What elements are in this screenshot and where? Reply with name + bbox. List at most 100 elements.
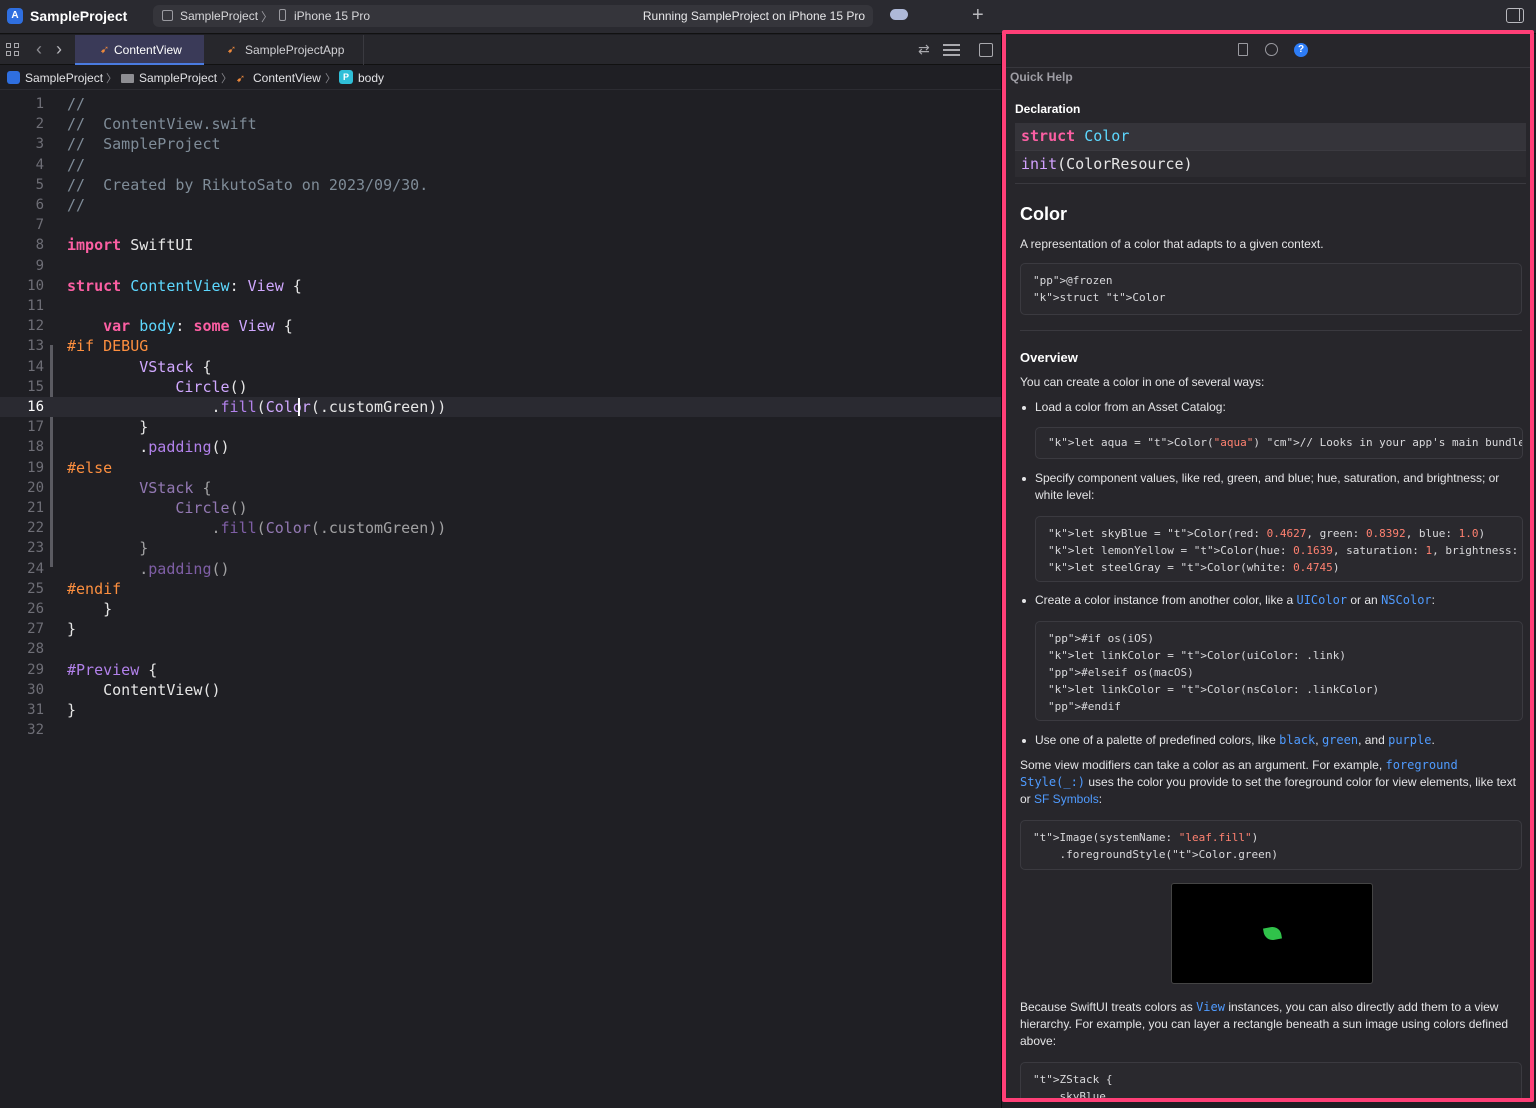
leaf-preview-image	[1171, 883, 1373, 984]
code-text: }	[67, 701, 77, 719]
source-editor[interactable]: 1 // 2 // ContentView.swift 3 // SampleProjec…	[0, 91, 1001, 1108]
view-link[interactable]: View	[1196, 1000, 1225, 1014]
inspector-toggle-icon[interactable]	[1506, 8, 1524, 23]
run-destination-label[interactable]: iPhone 15 Pro	[294, 9, 370, 23]
scheme-project-label[interactable]: SampleProject	[180, 9, 258, 23]
bullet-dot	[1022, 477, 1026, 481]
declaration-line[interactable]: struct Color	[1015, 123, 1526, 150]
code-line[interactable]: 30 ContentView()	[0, 680, 1001, 700]
symbol-heading: Color	[1020, 204, 1067, 224]
line-number: 9	[35, 257, 44, 274]
line-number: 28	[27, 641, 44, 658]
code-line[interactable]: 17 }	[0, 417, 1001, 437]
editor-options-icon[interactable]	[943, 44, 960, 56]
code-line[interactable]: 21 Circle()	[0, 498, 1001, 518]
breadcrumb-group[interactable]: SampleProject	[139, 71, 217, 85]
project-title: SampleProject	[30, 8, 128, 24]
code-text: #Preview {	[67, 660, 158, 679]
code-line[interactable]: 23 }	[0, 538, 1001, 558]
code-line[interactable]: 12 var body: some View {	[0, 316, 1001, 336]
code-text: //	[67, 196, 86, 214]
code-line[interactable]: 11	[0, 296, 1001, 316]
line-number: 4	[35, 156, 44, 173]
code-line[interactable]: 7	[0, 215, 1001, 235]
line-number: 17	[27, 419, 44, 436]
code-line[interactable]: 24 .padding()	[0, 559, 1001, 579]
property-icon: P	[339, 70, 353, 84]
quick-help-icon[interactable]: ?	[1294, 43, 1308, 57]
code-line[interactable]: 5 // Created by RikutoSato on 2023/09/30.	[0, 175, 1001, 195]
tab-sampleprojectapp[interactable]: ➹ SampleProjectApp	[204, 35, 364, 65]
history-inspector-icon[interactable]	[1265, 43, 1278, 56]
line-number: 11	[27, 298, 44, 314]
code-line[interactable]: 2 // ContentView.swift	[0, 114, 1001, 134]
app-target-icon	[162, 10, 173, 21]
related-items-grid-icon[interactable]	[6, 43, 20, 57]
code-line[interactable]: 29 #Preview {	[0, 660, 1001, 680]
file-inspector-icon[interactable]	[1238, 43, 1248, 56]
line-number: 6	[35, 197, 44, 213]
sf-symbols-link[interactable]: SF Symbols	[1034, 792, 1099, 806]
code-text: //	[67, 95, 86, 113]
add-button[interactable]: +	[972, 4, 984, 26]
code-line[interactable]: 31}	[0, 700, 1001, 720]
forward-chevron-icon[interactable]: ›	[56, 39, 62, 60]
divider	[1015, 183, 1526, 184]
code-line[interactable]: 28	[0, 639, 1001, 659]
code-line[interactable]: 25 #endif	[0, 579, 1001, 599]
code-line[interactable]: 19 #else	[0, 458, 1001, 478]
line-number: 15	[27, 378, 44, 395]
code-line[interactable]: 20 VStack {	[0, 478, 1001, 498]
line-number: 18	[27, 439, 44, 456]
quick-help-inspector: ? Quick Help Declaration struct Color in…	[1002, 30, 1534, 1102]
code-line[interactable]: 4 //	[0, 155, 1001, 175]
nscolor-link[interactable]: NSColor	[1381, 593, 1432, 607]
code-line[interactable]: 13 #if DEBUG	[0, 336, 1001, 356]
breadcrumb-symbol[interactable]: body	[358, 71, 384, 85]
code-line[interactable]: 1 //	[0, 94, 1001, 114]
code-line[interactable]: 32	[0, 720, 1001, 740]
uicolor-link[interactable]: UIColor	[1296, 593, 1347, 607]
project-icon	[7, 71, 20, 84]
code-sample: "pp">@frozen "k">struct "t">Color	[1020, 263, 1522, 315]
code-line[interactable]: 26 }	[0, 599, 1001, 619]
code-line[interactable]: 9	[0, 256, 1001, 276]
code-line[interactable]: 16 .fill(Color(.customGreen))	[0, 397, 1001, 417]
code-sample: "t">Image(systemName: "leaf.fill") .fore…	[1020, 820, 1522, 870]
code-line[interactable]: 22 .fill(Color(.customGreen))	[0, 518, 1001, 538]
code-line[interactable]: 15 Circle()	[0, 377, 1001, 397]
code-line[interactable]: 18 .padding()	[0, 437, 1001, 457]
code-text: // SampleProject	[67, 135, 221, 154]
code-line[interactable]: 14 VStack {	[0, 357, 1001, 377]
tab-contentview[interactable]: ➹ ContentView	[75, 35, 204, 65]
iphone-icon	[279, 9, 286, 21]
code-sample: "pp">#if os(iOS) "k">let linkColor = "t"…	[1035, 621, 1523, 721]
code-sample: "k">let aqua = "t">Color("aqua") "cm">//…	[1035, 427, 1523, 459]
swap-arrows-icon[interactable]: ⇄	[918, 41, 930, 58]
tab-label: SampleProjectApp	[245, 43, 345, 57]
line-number: 31	[27, 702, 44, 718]
breadcrumb-file[interactable]: ContentView	[253, 71, 321, 85]
line-number: 23	[27, 540, 44, 557]
green-link[interactable]: green	[1322, 733, 1358, 747]
back-chevron-icon[interactable]: ‹	[36, 39, 42, 60]
code-line[interactable]: 3 // SampleProject	[0, 134, 1001, 154]
code-line[interactable]: 8 import SwiftUI	[0, 235, 1001, 255]
breadcrumb-project[interactable]: SampleProject	[25, 71, 103, 85]
split-editor-icon[interactable]	[979, 43, 993, 57]
declaration-line[interactable]: init(ColorResource)	[1015, 150, 1526, 177]
code-text: .fill(Color(.customGreen))	[67, 398, 447, 416]
code-line[interactable]: 6 //	[0, 195, 1001, 215]
code-text: import SwiftUI	[67, 236, 194, 255]
chevron-right-icon: 〉	[221, 73, 232, 85]
code-line[interactable]: 27}	[0, 619, 1001, 639]
cloud-icon[interactable]	[890, 9, 908, 20]
bullet-text: Specify component values, like red, gree…	[1035, 471, 1500, 502]
purple-link[interactable]: purple	[1388, 733, 1431, 747]
code-text: .fill(Color(.customGreen))	[67, 519, 447, 538]
code-text: }	[67, 539, 149, 558]
code-line[interactable]: 10 struct ContentView: View {	[0, 276, 1001, 296]
scheme-selector[interactable]: SampleProject 〉 iPhone 15 Pro Running Sa…	[153, 5, 873, 27]
black-link[interactable]: black	[1279, 733, 1315, 747]
bullet-text: Use one of a palette of predefined color…	[1035, 733, 1435, 747]
